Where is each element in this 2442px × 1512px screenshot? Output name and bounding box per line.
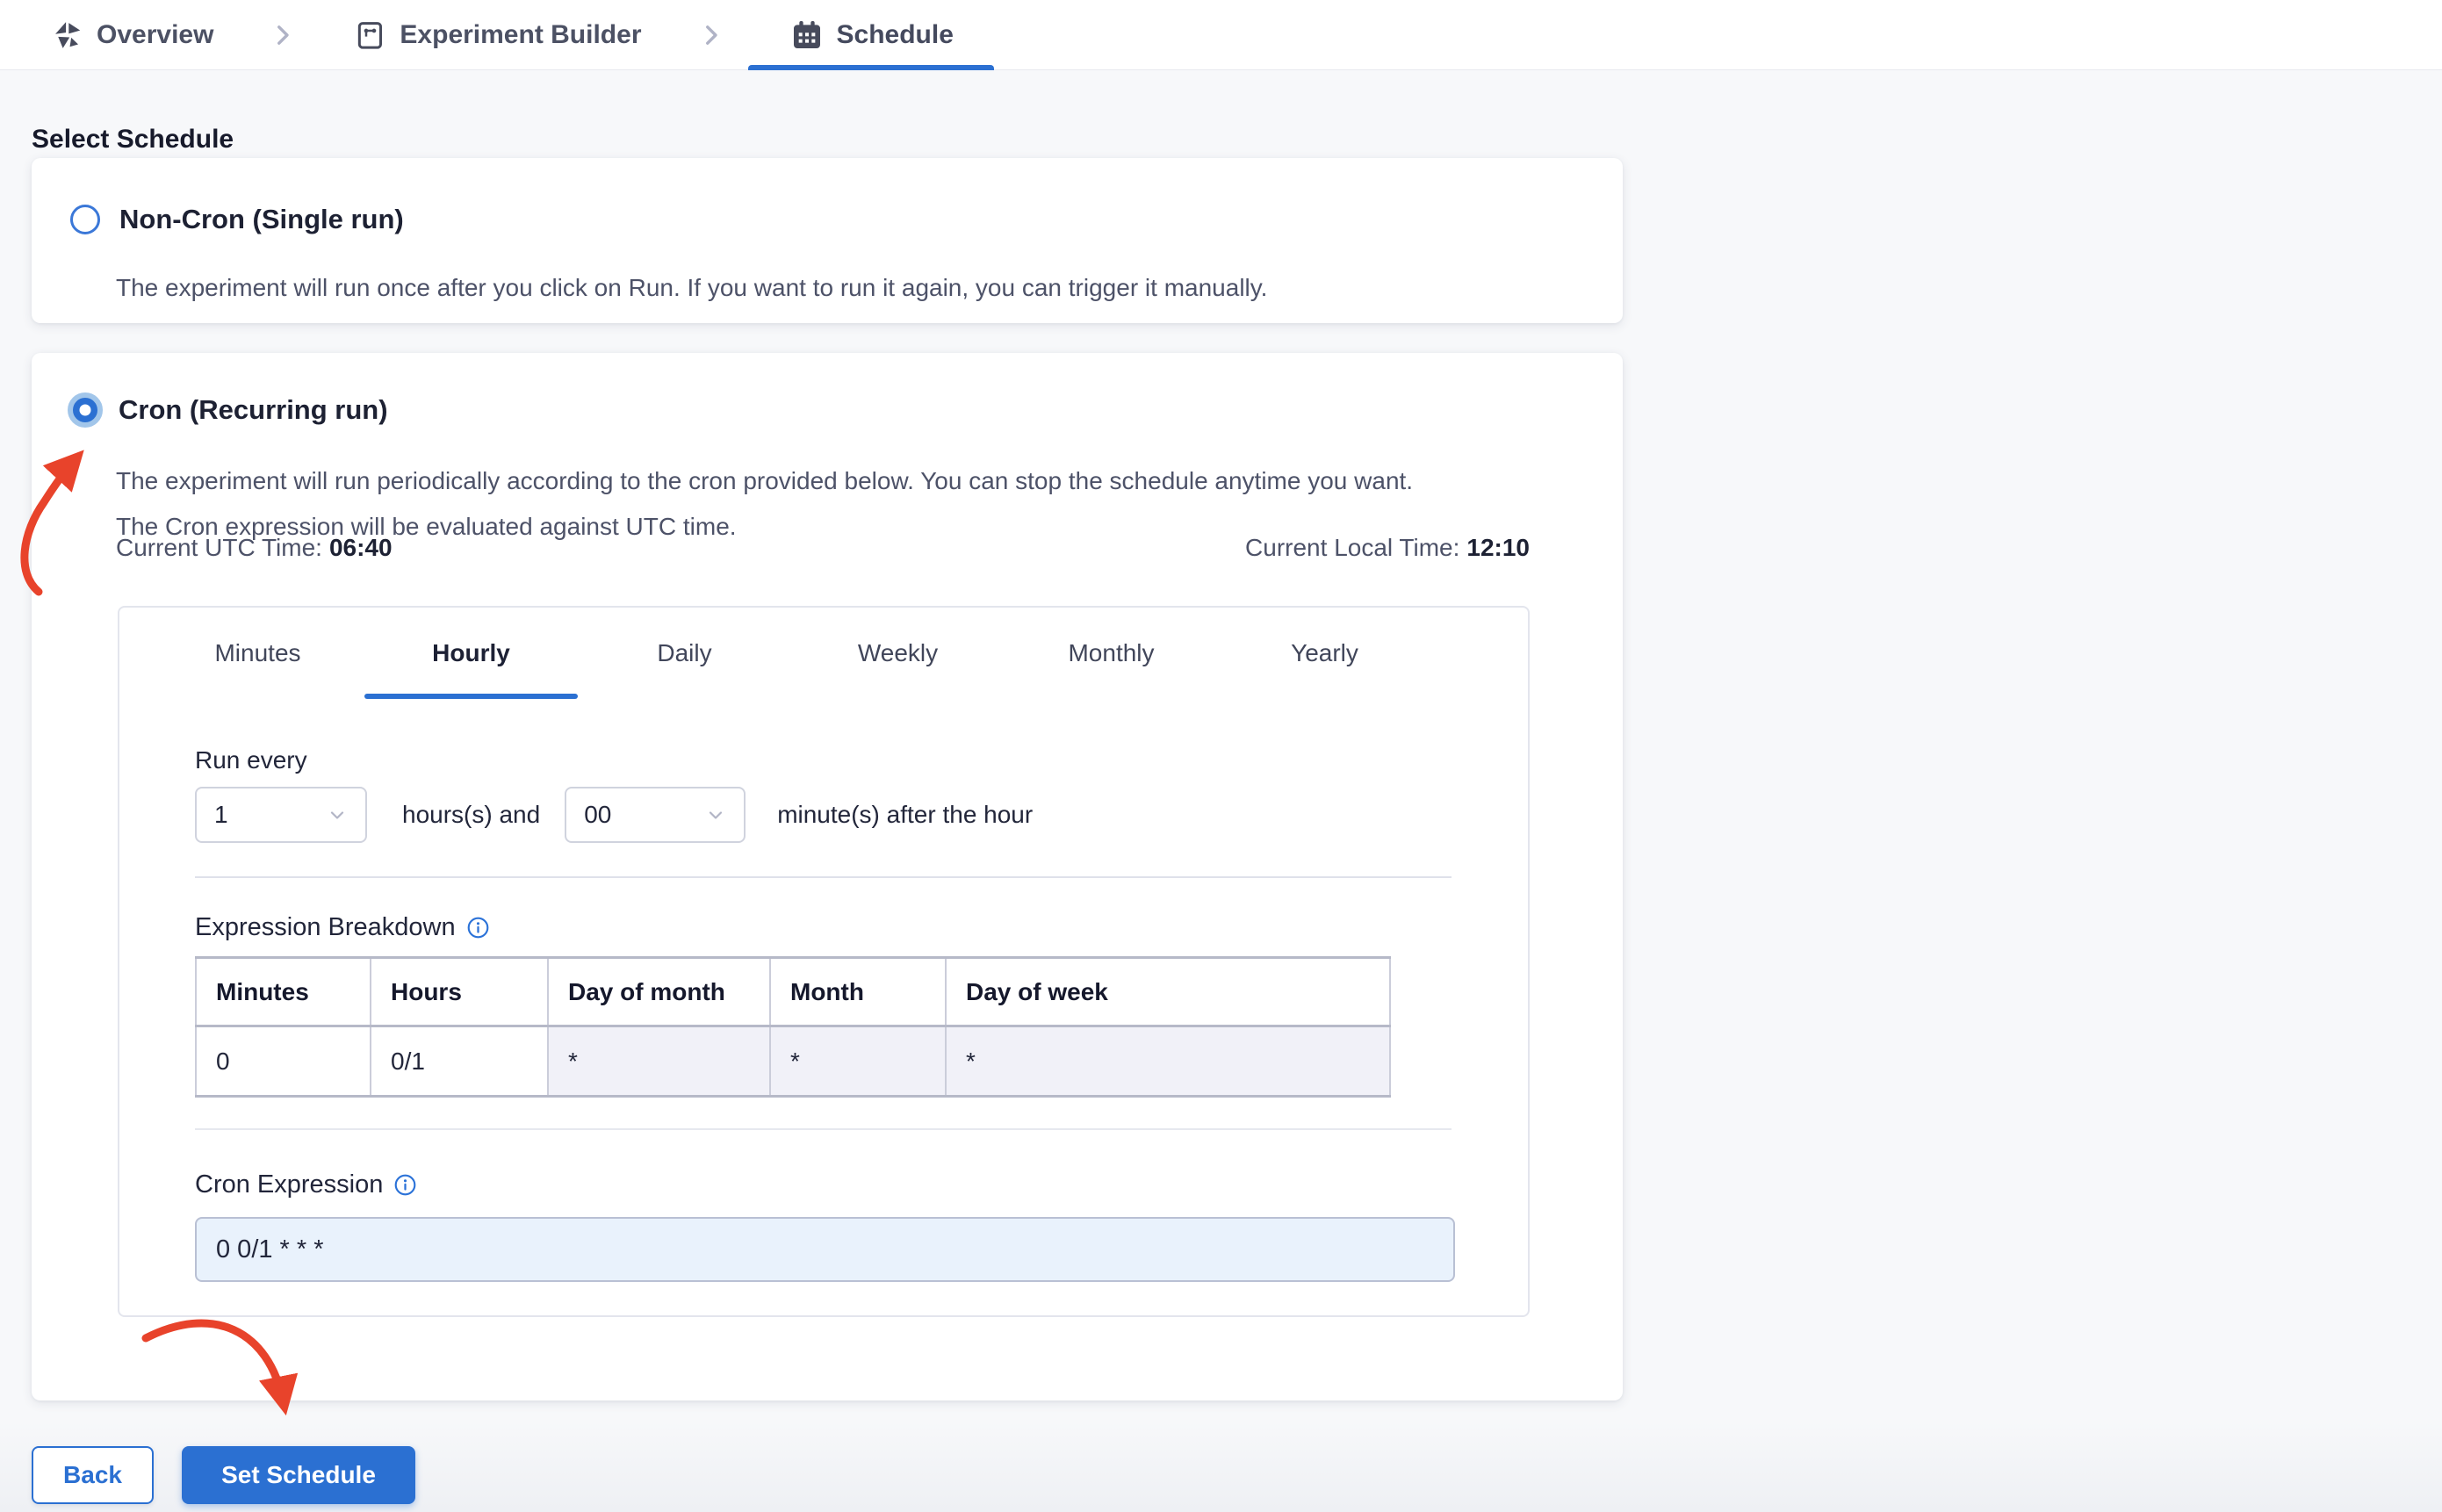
breakdown-cell-hours: 0/1 (370, 1026, 549, 1097)
chevron-down-icon (330, 811, 344, 819)
breadcrumb-label: Overview (97, 19, 214, 49)
info-icon[interactable] (466, 916, 490, 940)
breakdown-cell-minutes: 0 (195, 1026, 371, 1097)
set-schedule-button[interactable]: Set Schedule (182, 1446, 415, 1504)
chevron-down-icon (710, 811, 723, 819)
breakdown-cell-day-of-week: * (945, 1026, 1391, 1097)
non-cron-option-header: Non-Cron (Single run) (70, 204, 404, 235)
chaos-logo-icon (55, 21, 81, 48)
hours-select-value: 1 (214, 801, 228, 828)
divider (195, 876, 1452, 878)
breakdown-header-row: Minutes Hours Day of month Month Day of … (195, 957, 1391, 1026)
breadcrumb-overview[interactable]: Overview (51, 0, 213, 70)
tab-minutes[interactable]: Minutes (151, 608, 364, 699)
calendar-icon (793, 20, 820, 48)
hours-suffix-label: hours(s) and (402, 801, 541, 828)
breakdown-col-day-of-week: Day of week (945, 957, 1391, 1026)
breakdown-col-day-of-month: Day of month (547, 957, 771, 1026)
cron-scheduler-panel: Minutes Hourly Daily Weekly Monthly Year… (118, 606, 1530, 1317)
breadcrumb-bar: Overview Experiment Builder Schedule (0, 0, 2442, 70)
expression-breakdown-header: Expression Breakdown (195, 913, 1452, 942)
breakdown-col-month: Month (769, 957, 947, 1026)
tab-daily[interactable]: Daily (578, 608, 791, 699)
breakdown-cell-month: * (769, 1026, 947, 1097)
breakdown-col-minutes: Minutes (195, 957, 371, 1026)
page-title: Select Schedule (32, 125, 234, 155)
breakdown-cell-day-of-month: * (547, 1026, 771, 1097)
breakdown-col-hours: Hours (370, 957, 549, 1026)
cron-description-line1: The experiment will run periodically acc… (116, 467, 1414, 494)
local-time-value: 12:10 (1466, 534, 1530, 561)
experiment-builder-icon (358, 21, 383, 49)
breadcrumb-label: Schedule (836, 19, 954, 49)
chevron-right-icon (705, 25, 717, 45)
non-cron-option-card[interactable]: Non-Cron (Single run) The experiment wil… (32, 158, 1623, 323)
non-cron-title: Non-Cron (Single run) (119, 204, 404, 234)
hours-select[interactable]: 1 (195, 787, 367, 843)
breadcrumb-label: Experiment Builder (400, 19, 642, 49)
cron-expression-input[interactable] (195, 1217, 1455, 1282)
cron-option-card[interactable]: Cron (Recurring run) The experiment will… (32, 353, 1623, 1400)
minutes-suffix-label: minute(s) after the hour (777, 801, 1034, 828)
run-every-label: Run every (195, 746, 307, 774)
cron-title: Cron (Recurring run) (119, 394, 388, 425)
tab-yearly[interactable]: Yearly (1218, 608, 1431, 699)
tab-monthly[interactable]: Monthly (1005, 608, 1218, 699)
chevron-right-icon (277, 25, 290, 45)
hourly-controls-row: 1 hours(s) and 00 minute(s) after the ho… (195, 787, 1452, 843)
tab-weekly[interactable]: Weekly (791, 608, 1005, 699)
back-button[interactable]: Back (32, 1446, 154, 1504)
current-utc-time: Current UTC Time: 06:40 (116, 534, 393, 561)
minutes-select-value: 00 (584, 801, 612, 828)
utc-time-value: 06:40 (328, 534, 393, 561)
breadcrumb-experiment-builder[interactable]: Experiment Builder (352, 0, 642, 70)
non-cron-radio[interactable] (70, 205, 100, 234)
non-cron-description: The experiment will run once after you c… (116, 274, 1268, 301)
cron-radio[interactable] (68, 392, 103, 428)
divider (195, 1128, 1452, 1130)
minutes-select[interactable]: 00 (565, 787, 746, 843)
cron-option-header: Cron (Recurring run) (68, 392, 388, 428)
expression-breakdown-table: Minutes Hours Day of month Month Day of … (195, 956, 1391, 1098)
tab-hourly[interactable]: Hourly (364, 608, 578, 699)
breakdown-value-row: 0 0/1 * * * (195, 1026, 1391, 1097)
expression-breakdown-label: Expression Breakdown (195, 913, 456, 941)
current-time-row: Current UTC Time: 06:40 Current Local Tim… (116, 534, 1530, 562)
tab-schedule[interactable]: Schedule (789, 0, 954, 70)
current-local-time: Current Local Time: 12:10 (1245, 534, 1530, 561)
cron-expression-header: Cron Expression (195, 1170, 1452, 1199)
cron-expression-label: Cron Expression (195, 1170, 384, 1199)
schedule-tabs: Minutes Hourly Daily Weekly Monthly Year… (119, 608, 1528, 699)
info-icon[interactable] (393, 1173, 417, 1197)
